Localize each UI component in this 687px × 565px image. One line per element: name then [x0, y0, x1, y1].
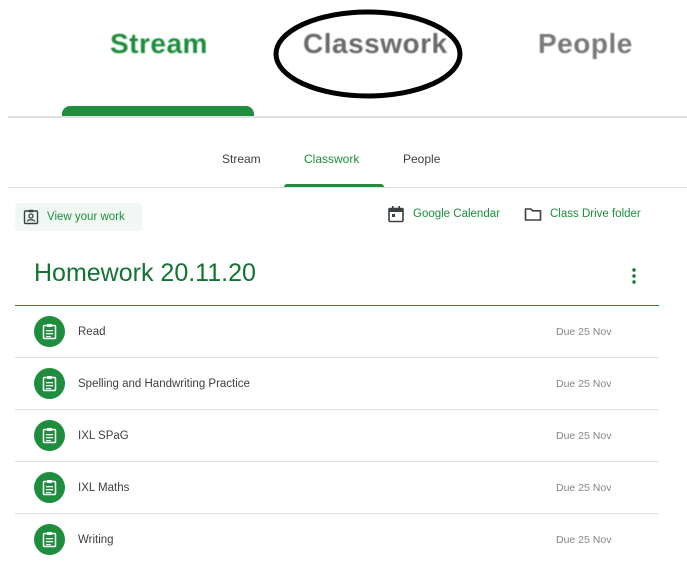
zoomed-tab-people[interactable]: People — [538, 28, 633, 60]
zoomed-active-tab-indicator — [62, 106, 254, 116]
view-your-work-button[interactable]: View your work — [15, 203, 142, 231]
tab-stream[interactable]: Stream — [222, 152, 261, 166]
class-drive-folder-label: Class Drive folder — [550, 208, 641, 220]
tab-classwork[interactable]: Classwork — [304, 152, 359, 166]
assignment-row[interactable]: Writing Due 25 Nov — [15, 514, 659, 565]
assignment-icon — [34, 524, 65, 555]
assignment-title: Read — [78, 325, 106, 338]
zoomed-tab-stream[interactable]: Stream — [110, 28, 208, 60]
folder-icon — [524, 208, 542, 221]
assignment-due-date: Due 25 Nov — [556, 481, 612, 494]
calendar-icon — [388, 206, 404, 223]
annotation-circle — [273, 9, 463, 99]
assignment-icon — [34, 472, 65, 503]
google-calendar-label: Google Calendar — [413, 208, 500, 220]
tab-bar-divider — [8, 187, 687, 188]
assignment-icon — [34, 368, 65, 399]
assignment-icon — [34, 316, 65, 347]
assignment-due-date: Due 25 Nov — [556, 429, 612, 442]
assignment-icon — [34, 420, 65, 451]
assignment-due-date: Due 25 Nov — [556, 377, 612, 390]
assignment-row[interactable]: Spelling and Handwriting Practice Due 25… — [15, 358, 659, 410]
assignment-title: IXL SPaG — [78, 429, 129, 442]
tab-people[interactable]: People — [403, 152, 440, 166]
view-your-work-label: View your work — [47, 211, 125, 223]
assignment-row[interactable]: IXL Maths Due 25 Nov — [15, 462, 659, 514]
zoomed-tab-strip: Stream Classwork People — [0, 0, 687, 118]
assignment-row[interactable]: Read Due 25 Nov — [15, 306, 659, 358]
more-vert-icon[interactable] — [624, 266, 644, 286]
assignment-due-date: Due 25 Nov — [556, 325, 612, 338]
zoomed-tab-divider — [8, 116, 687, 118]
assignment-due-date: Due 25 Nov — [556, 533, 612, 546]
assignment-title: IXL Maths — [78, 481, 130, 494]
assignment-title: Spelling and Handwriting Practice — [78, 377, 250, 390]
assignment-person-icon — [23, 209, 39, 225]
topic-title: Homework 20.11.20 — [34, 259, 256, 287]
assignment-row[interactable]: IXL SPaG Due 25 Nov — [15, 410, 659, 462]
google-calendar-link[interactable]: Google Calendar — [387, 205, 500, 223]
class-drive-folder-link[interactable]: Class Drive folder — [524, 205, 641, 223]
assignment-list: Read Due 25 Nov Spelling and Handwriting… — [15, 306, 659, 565]
assignment-title: Writing — [78, 533, 114, 546]
tab-bar: Stream Classwork People — [8, 140, 687, 188]
